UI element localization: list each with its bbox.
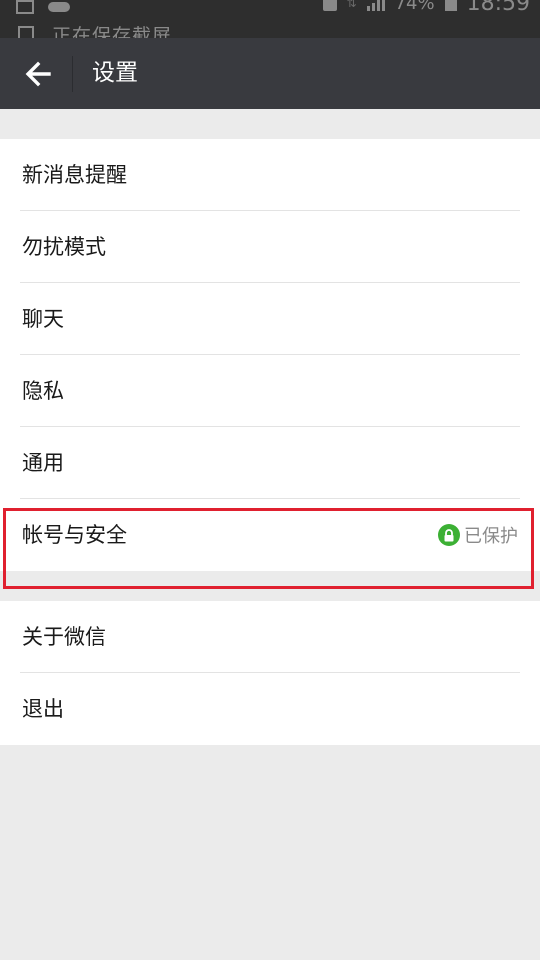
protection-status: 已保护 bbox=[438, 499, 518, 571]
settings-item-label: 新消息提醒 bbox=[22, 163, 127, 187]
clock: 18:59 bbox=[466, 0, 530, 16]
app-header: 设置 bbox=[0, 38, 540, 109]
settings-item-chats[interactable]: 聊天 bbox=[0, 283, 540, 355]
lock-icon bbox=[438, 524, 460, 546]
image-notification-icon bbox=[16, 0, 34, 14]
battery-icon bbox=[444, 0, 457, 11]
battery-percent: 74% bbox=[394, 0, 435, 14]
settings-item-label: 隐私 bbox=[22, 379, 64, 403]
arrow-left-icon bbox=[25, 61, 51, 87]
data-transfer-icon: ⇅ bbox=[346, 0, 357, 10]
settings-item-account-security[interactable]: 帐号与安全 已保护 bbox=[0, 499, 540, 571]
settings-group-secondary: 关于微信 退出 bbox=[0, 601, 540, 745]
settings-item-label: 勿扰模式 bbox=[22, 235, 106, 259]
settings-item-privacy[interactable]: 隐私 bbox=[0, 355, 540, 427]
screenshot-notice: 正在保存截屏 bbox=[52, 25, 173, 38]
settings-item-about[interactable]: 关于微信 bbox=[0, 601, 540, 673]
back-button[interactable] bbox=[12, 48, 64, 100]
settings-item-label: 聊天 bbox=[22, 307, 64, 331]
settings-group-main: 新消息提醒 勿扰模式 聊天 隐私 通用 帐号与安全 已保护 bbox=[0, 139, 540, 571]
settings-item-label: 退出 bbox=[22, 697, 64, 721]
settings-item-label: 帐号与安全 bbox=[22, 523, 127, 547]
settings-item-do-not-disturb[interactable]: 勿扰模式 bbox=[0, 211, 540, 283]
settings-item-label: 关于微信 bbox=[22, 625, 106, 649]
sim-icon bbox=[322, 0, 337, 11]
signal-icon bbox=[366, 0, 385, 11]
settings-item-logout[interactable]: 退出 bbox=[0, 673, 540, 745]
status-right-icons: ⇅ 74% 18:59 bbox=[322, 0, 530, 18]
settings-item-label: 通用 bbox=[22, 451, 64, 475]
checkbox-icon bbox=[18, 26, 34, 38]
protection-status-text: 已保护 bbox=[464, 526, 518, 547]
header-divider bbox=[72, 56, 73, 92]
status-bar: 正在保存截屏 ⇅ 74% 18:59 bbox=[0, 0, 540, 38]
settings-item-notifications[interactable]: 新消息提醒 bbox=[0, 139, 540, 211]
app-notification-icon bbox=[48, 2, 70, 12]
settings-item-general[interactable]: 通用 bbox=[0, 427, 540, 499]
page-title: 设置 bbox=[92, 60, 138, 86]
